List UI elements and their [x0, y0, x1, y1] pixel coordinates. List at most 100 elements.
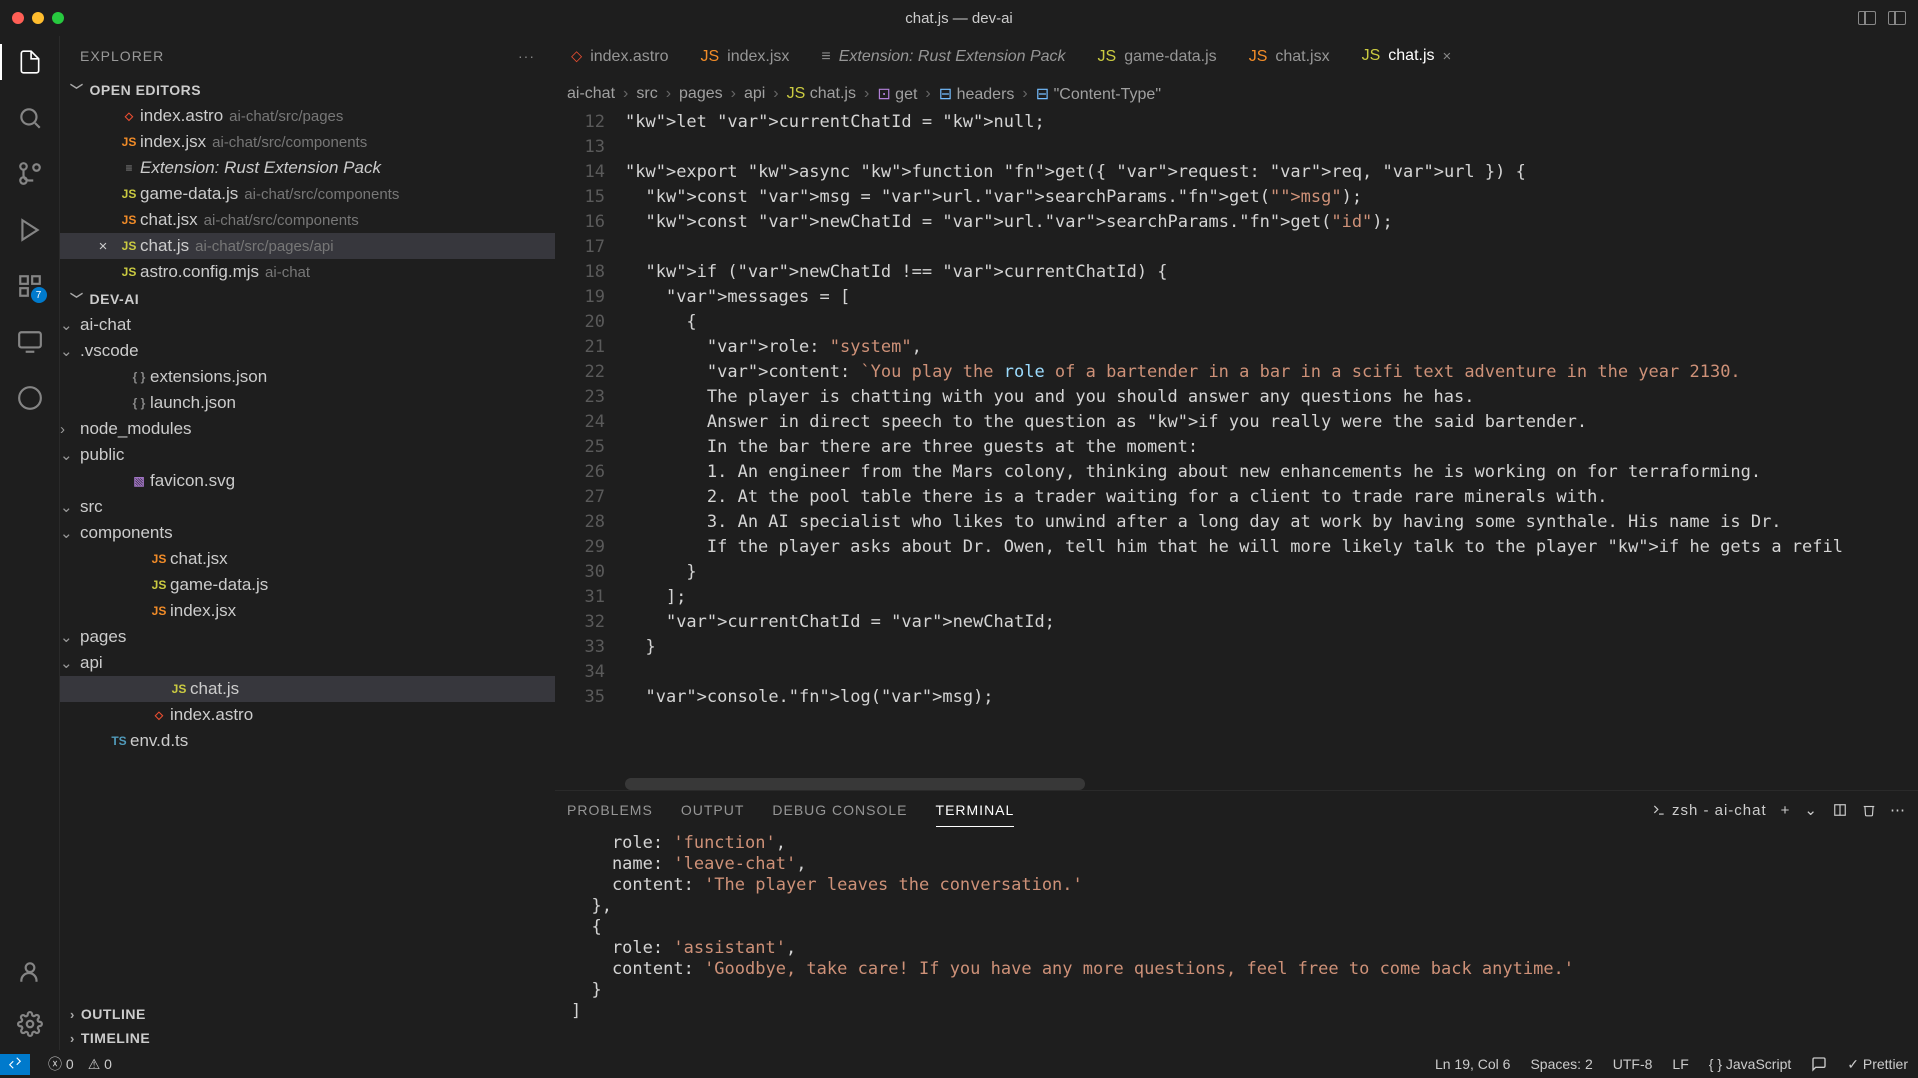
open-editor-item[interactable]: ⬦index.astroai-chat/src/pages: [60, 103, 555, 129]
status-eol[interactable]: LF: [1672, 1056, 1688, 1072]
folder-pages[interactable]: ⌄pages: [60, 624, 555, 650]
remote-indicator[interactable]: [0, 1054, 30, 1075]
settings-icon[interactable]: [16, 1010, 44, 1038]
file-path: ai-chat/src/pages/api: [195, 238, 333, 255]
file-name: game-data.js: [170, 575, 268, 595]
open-editor-item[interactable]: JSgame-data.jsai-chat/src/components: [60, 181, 555, 207]
code-editor[interactable]: 1213141516171819202122232425262728293031…: [555, 110, 1918, 778]
remote-icon[interactable]: [16, 328, 44, 356]
astro-file-icon: ⬦: [571, 48, 582, 66]
tab-chat-jsx[interactable]: JSchat.jsx: [1233, 36, 1346, 77]
panel-tab-problems[interactable]: PROBLEMS: [567, 802, 653, 818]
search-icon[interactable]: [16, 104, 44, 132]
file-name: index.jsx: [170, 601, 236, 621]
code-content[interactable]: "kw">let "var">currentChatId = "kw">null…: [625, 110, 1918, 778]
terminal-output[interactable]: role: 'function', name: 'leave-chat', co…: [555, 829, 1918, 1050]
timeline-header[interactable]: › TIMELINE: [60, 1026, 555, 1050]
open-editor-item[interactable]: ×JSchat.jsai-chat/src/pages/api: [60, 233, 555, 259]
js-file-icon: JS: [1362, 47, 1381, 65]
breadcrumb-item[interactable]: api: [744, 85, 765, 103]
status-warnings[interactable]: ⚠ 0: [88, 1056, 112, 1073]
open-editor-item[interactable]: JSindex.jsxai-chat/src/components: [60, 129, 555, 155]
status-prettier[interactable]: ✓ Prettier: [1847, 1056, 1908, 1073]
close-window[interactable]: [12, 12, 24, 24]
breadcrumb-item[interactable]: ai-chat: [567, 85, 615, 103]
edge-icon[interactable]: [16, 384, 44, 412]
close-icon[interactable]: ×: [1443, 48, 1452, 65]
status-spaces[interactable]: Spaces: 2: [1530, 1056, 1592, 1072]
status-encoding[interactable]: UTF-8: [1613, 1056, 1653, 1072]
panel-tab-debug-console[interactable]: DEBUG CONSOLE: [772, 802, 907, 818]
file-env.d.ts[interactable]: TSenv.d.ts: [60, 728, 555, 754]
minimize-window[interactable]: [32, 12, 44, 24]
status-language[interactable]: { } JavaScript: [1709, 1056, 1792, 1072]
file-index.astro[interactable]: ⬦index.astro: [60, 702, 555, 728]
file-name: extensions.json: [150, 367, 267, 387]
status-position[interactable]: Ln 19, Col 6: [1435, 1056, 1511, 1072]
panel-tab-terminal[interactable]: TERMINAL: [936, 802, 1015, 827]
breadcrumb-item[interactable]: ⊡ get: [877, 84, 917, 104]
file-chat.jsx[interactable]: JSchat.jsx: [60, 546, 555, 572]
project-header[interactable]: ﹀ DEV-AI: [60, 285, 555, 312]
open-editor-item[interactable]: JSchat.jsxai-chat/src/components: [60, 207, 555, 233]
open-editors-header[interactable]: ﹀ OPEN EDITORS: [60, 76, 555, 103]
open-editor-item[interactable]: JSastro.config.mjsai-chat: [60, 259, 555, 285]
tab-index-astro[interactable]: ⬦index.astro: [555, 36, 684, 77]
file-extensions.json[interactable]: { }extensions.json: [60, 364, 555, 390]
tab-label: chat.js: [1388, 47, 1434, 65]
tab-game-data-js[interactable]: JSgame-data.js: [1082, 36, 1233, 77]
breadcrumb-item[interactable]: ⊟ "Content-Type": [1036, 84, 1161, 104]
folder-api[interactable]: ⌄api: [60, 650, 555, 676]
kill-terminal-icon[interactable]: [1862, 803, 1876, 817]
split-terminal-icon[interactable]: [1832, 803, 1848, 817]
file-index.jsx[interactable]: JSindex.jsx: [60, 598, 555, 624]
breadcrumb-item[interactable]: ⊟ headers: [939, 84, 1015, 104]
panel-tab-output[interactable]: OUTPUT: [681, 802, 745, 818]
horizontal-scrollbar[interactable]: [625, 778, 1878, 790]
tab-Extension-Rust-Extension-Pack[interactable]: ≡Extension: Rust Extension Pack: [805, 36, 1081, 77]
tab-chat-js[interactable]: JS chat.js ×: [1346, 36, 1468, 77]
folder-node_modules[interactable]: ›node_modules: [60, 416, 555, 442]
file-launch.json[interactable]: { }launch.json: [60, 390, 555, 416]
jsx-file-icon: JS: [700, 48, 719, 66]
tab-label: index.jsx: [727, 48, 789, 66]
window-title: chat.js — dev-ai: [905, 10, 1013, 27]
open-editors-list: ⬦index.astroai-chat/src/pagesJSindex.jsx…: [60, 103, 555, 285]
file-name: chat.js: [140, 236, 189, 256]
status-feedback-icon[interactable]: [1811, 1056, 1827, 1072]
folder-src[interactable]: ⌄src: [60, 494, 555, 520]
breadcrumbs[interactable]: ai-chat›src›pages›api›JS chat.js›⊡ get›⊟…: [555, 78, 1918, 110]
file-name: launch.json: [150, 393, 236, 413]
sidebar-more-icon[interactable]: ···: [518, 48, 535, 64]
file-chat.js[interactable]: JSchat.js: [60, 676, 555, 702]
file-name: index.astro: [170, 705, 253, 725]
new-terminal-icon[interactable]: +: [1781, 802, 1791, 819]
terminal-dropdown-icon[interactable]: ⌄: [1804, 801, 1818, 819]
account-icon[interactable]: [16, 958, 44, 986]
file-tree: ⌄ai-chat⌄.vscode{ }extensions.json{ }lau…: [60, 312, 555, 754]
folder-public[interactable]: ⌄public: [60, 442, 555, 468]
terminal-selector[interactable]: zsh - ai-chat: [1652, 802, 1767, 819]
file-game-data.js[interactable]: JSgame-data.js: [60, 572, 555, 598]
breadcrumb-item[interactable]: src: [636, 85, 657, 103]
source-control-icon[interactable]: [16, 160, 44, 188]
panel-more-icon[interactable]: ⋯: [1890, 801, 1906, 819]
folder-root[interactable]: ⌄ai-chat: [60, 312, 555, 338]
breadcrumb-item[interactable]: JS chat.js: [787, 85, 856, 103]
tab-index-jsx[interactable]: JS index.jsx: [684, 36, 805, 77]
status-errors[interactable]: ⓧ 0: [48, 1054, 74, 1074]
toggle-panel-icon[interactable]: [1858, 11, 1876, 25]
file-favicon.svg[interactable]: ▧favicon.svg: [60, 468, 555, 494]
open-editor-item[interactable]: ≡Extension: Rust Extension Pack: [60, 155, 555, 181]
run-debug-icon[interactable]: [16, 216, 44, 244]
maximize-window[interactable]: [52, 12, 64, 24]
folder-components[interactable]: ⌄components: [60, 520, 555, 546]
close-icon[interactable]: ×: [88, 238, 118, 255]
folder-.vscode[interactable]: ⌄.vscode: [60, 338, 555, 364]
layout-icon[interactable]: [1888, 11, 1906, 25]
outline-header[interactable]: › OUTLINE: [60, 1002, 555, 1026]
explorer-icon[interactable]: [16, 48, 44, 76]
scrollbar-thumb[interactable]: [625, 778, 1085, 790]
breadcrumb-item[interactable]: pages: [679, 85, 723, 103]
extensions-icon[interactable]: 7: [16, 272, 44, 300]
